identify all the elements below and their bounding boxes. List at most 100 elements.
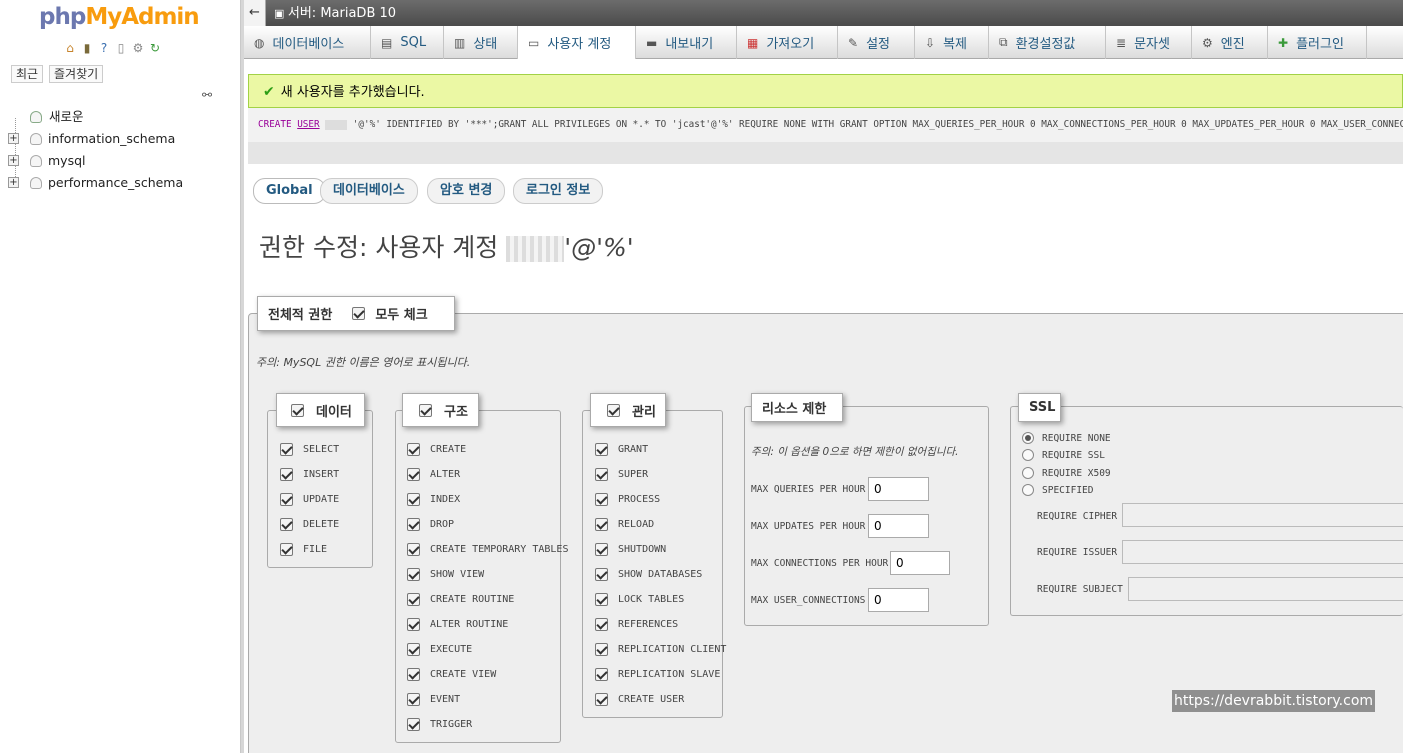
privilege-checkbox[interactable] <box>407 442 420 456</box>
privilege-row[interactable]: LOCK TABLES <box>595 591 684 607</box>
ssl-option-require-ssl[interactable]: REQUIRE SSL <box>1022 448 1105 462</box>
privilege-checkbox[interactable] <box>407 467 420 481</box>
tab-variables[interactable]: ⧉ 환경설정값 <box>989 26 1106 59</box>
administration-check-all-checkbox[interactable] <box>607 403 620 417</box>
tab-replication[interactable]: ⇩ 복제 <box>915 26 989 59</box>
data-check-all-checkbox[interactable] <box>291 403 304 417</box>
server-breadcrumb[interactable]: ▣ 서버: MariaDB 10 <box>274 0 396 28</box>
max-connections-input[interactable]: 0 <box>890 551 950 575</box>
privilege-row[interactable]: CREATE VIEW <box>407 666 496 682</box>
recent-tab[interactable]: 최근 <box>11 65 44 83</box>
specified-radio[interactable] <box>1022 484 1034 496</box>
privilege-row[interactable]: PROCESS <box>595 491 660 507</box>
privilege-row[interactable]: DELETE <box>280 516 339 532</box>
privilege-checkbox[interactable] <box>407 517 420 531</box>
privilege-checkbox[interactable] <box>407 617 420 631</box>
privilege-row[interactable]: SHUTDOWN <box>595 541 666 557</box>
tab-export[interactable]: ▬ 내보내기 <box>636 26 737 59</box>
privilege-row[interactable]: SELECT <box>280 441 339 457</box>
max-queries-input[interactable]: 0 <box>868 477 929 501</box>
tab-settings[interactable]: ✎ 설정 <box>838 26 915 59</box>
privilege-checkbox[interactable] <box>407 542 420 556</box>
tab-sql[interactable]: ▤ SQL <box>371 26 444 59</box>
privilege-row[interactable]: FILE <box>280 541 327 557</box>
privilege-checkbox[interactable] <box>280 542 293 556</box>
privilege-row[interactable]: SUPER <box>595 466 648 482</box>
check-all-checkbox[interactable] <box>352 307 366 320</box>
privilege-row[interactable]: EXECUTE <box>407 641 472 657</box>
privilege-checkbox[interactable] <box>407 667 420 681</box>
privilege-row[interactable]: RELOAD <box>595 516 654 532</box>
expand-icon[interactable]: + <box>8 177 19 188</box>
privilege-row[interactable]: EVENT <box>407 691 460 707</box>
home-icon[interactable]: ⌂ <box>63 41 77 55</box>
expand-icon[interactable]: + <box>8 155 19 166</box>
privilege-row[interactable]: TRIGGER <box>407 716 472 732</box>
tab-engines[interactable]: ⚙ 엔진 <box>1192 26 1268 59</box>
privilege-row[interactable]: INDEX <box>407 491 460 507</box>
phpmyadmin-logo[interactable]: phpMyAdmin <box>39 4 200 30</box>
privilege-checkbox[interactable] <box>407 592 420 606</box>
expand-icon[interactable]: + <box>8 133 19 144</box>
privilege-checkbox[interactable] <box>595 692 608 706</box>
privilege-checkbox[interactable] <box>407 692 420 706</box>
privilege-checkbox[interactable] <box>280 492 293 506</box>
privilege-checkbox[interactable] <box>407 567 420 581</box>
privilege-checkbox[interactable] <box>407 717 420 731</box>
ssl-option-require-x509[interactable]: REQUIRE X509 <box>1022 466 1111 480</box>
privilege-row[interactable]: CREATE TEMPORARY TABLES <box>407 541 568 557</box>
subtab-database[interactable]: 데이터베이스 <box>320 178 418 204</box>
privilege-checkbox[interactable] <box>407 492 420 506</box>
ssl-option-specified[interactable]: SPECIFIED <box>1022 483 1093 497</box>
privilege-row[interactable]: CREATE USER <box>595 691 684 707</box>
privilege-checkbox[interactable] <box>595 617 608 631</box>
require-none-radio[interactable] <box>1022 432 1034 444</box>
docs-icon[interactable]: ▯ <box>114 41 128 55</box>
privilege-row[interactable]: REFERENCES <box>595 616 678 632</box>
require-issuer-input[interactable] <box>1122 540 1403 564</box>
privilege-row[interactable]: CREATE ROUTINE <box>407 591 514 607</box>
privilege-checkbox[interactable] <box>280 467 293 481</box>
privilege-row[interactable]: SHOW DATABASES <box>595 566 702 582</box>
privilege-row[interactable]: CREATE <box>407 441 466 457</box>
privilege-row[interactable]: DROP <box>407 516 454 532</box>
privilege-checkbox[interactable] <box>595 642 608 656</box>
sql-user-link[interactable]: USER <box>297 119 319 130</box>
privilege-row[interactable]: REPLICATION CLIENT <box>595 641 726 657</box>
max-user-connections-input[interactable]: 0 <box>868 588 929 612</box>
require-cipher-input[interactable] <box>1122 503 1403 527</box>
privilege-checkbox[interactable] <box>595 492 608 506</box>
privilege-checkbox[interactable] <box>280 517 293 531</box>
check-all-label[interactable]: 모두 체크 <box>375 304 427 323</box>
tab-plugins[interactable]: ✚ 플러그인 <box>1268 26 1367 59</box>
privilege-row[interactable]: ALTER <box>407 466 460 482</box>
structure-check-all-checkbox[interactable] <box>419 403 432 417</box>
collapse-nav-button[interactable]: ← <box>244 0 266 26</box>
subtab-login-information[interactable]: 로그인 정보 <box>513 178 604 204</box>
tab-status[interactable]: ▥ 상태 <box>444 26 518 59</box>
privilege-checkbox[interactable] <box>595 442 608 456</box>
settings-gear-icon[interactable]: ⚙ <box>131 41 145 55</box>
tab-user-accounts[interactable]: ▭ 사용자 계정 <box>518 26 636 60</box>
privilege-checkbox[interactable] <box>280 442 293 456</box>
subtab-change-password[interactable]: 암호 변경 <box>427 178 506 204</box>
tab-databases[interactable]: ◍ 데이터베이스 <box>244 26 371 59</box>
privilege-checkbox[interactable] <box>595 592 608 606</box>
privilege-row[interactable]: REPLICATION SLAVE <box>595 666 720 682</box>
privilege-checkbox[interactable] <box>595 542 608 556</box>
help-icon[interactable]: ? <box>97 41 111 55</box>
logout-icon[interactable]: ▮ <box>80 41 94 55</box>
require-subject-input[interactable] <box>1128 577 1403 601</box>
privilege-checkbox[interactable] <box>595 467 608 481</box>
max-updates-input[interactable]: 0 <box>868 514 929 538</box>
privilege-checkbox[interactable] <box>595 517 608 531</box>
privilege-checkbox[interactable] <box>595 567 608 581</box>
privilege-row[interactable]: SHOW VIEW <box>407 566 484 582</box>
privilege-row[interactable]: INSERT <box>280 466 339 482</box>
favorites-tab[interactable]: 즐겨찾기 <box>49 65 104 83</box>
require-ssl-radio[interactable] <box>1022 449 1034 461</box>
tab-charsets[interactable]: ≣ 문자셋 <box>1106 26 1192 59</box>
privilege-row[interactable]: ALTER ROUTINE <box>407 616 508 632</box>
require-x509-radio[interactable] <box>1022 467 1034 479</box>
reload-icon[interactable]: ↻ <box>148 41 162 55</box>
